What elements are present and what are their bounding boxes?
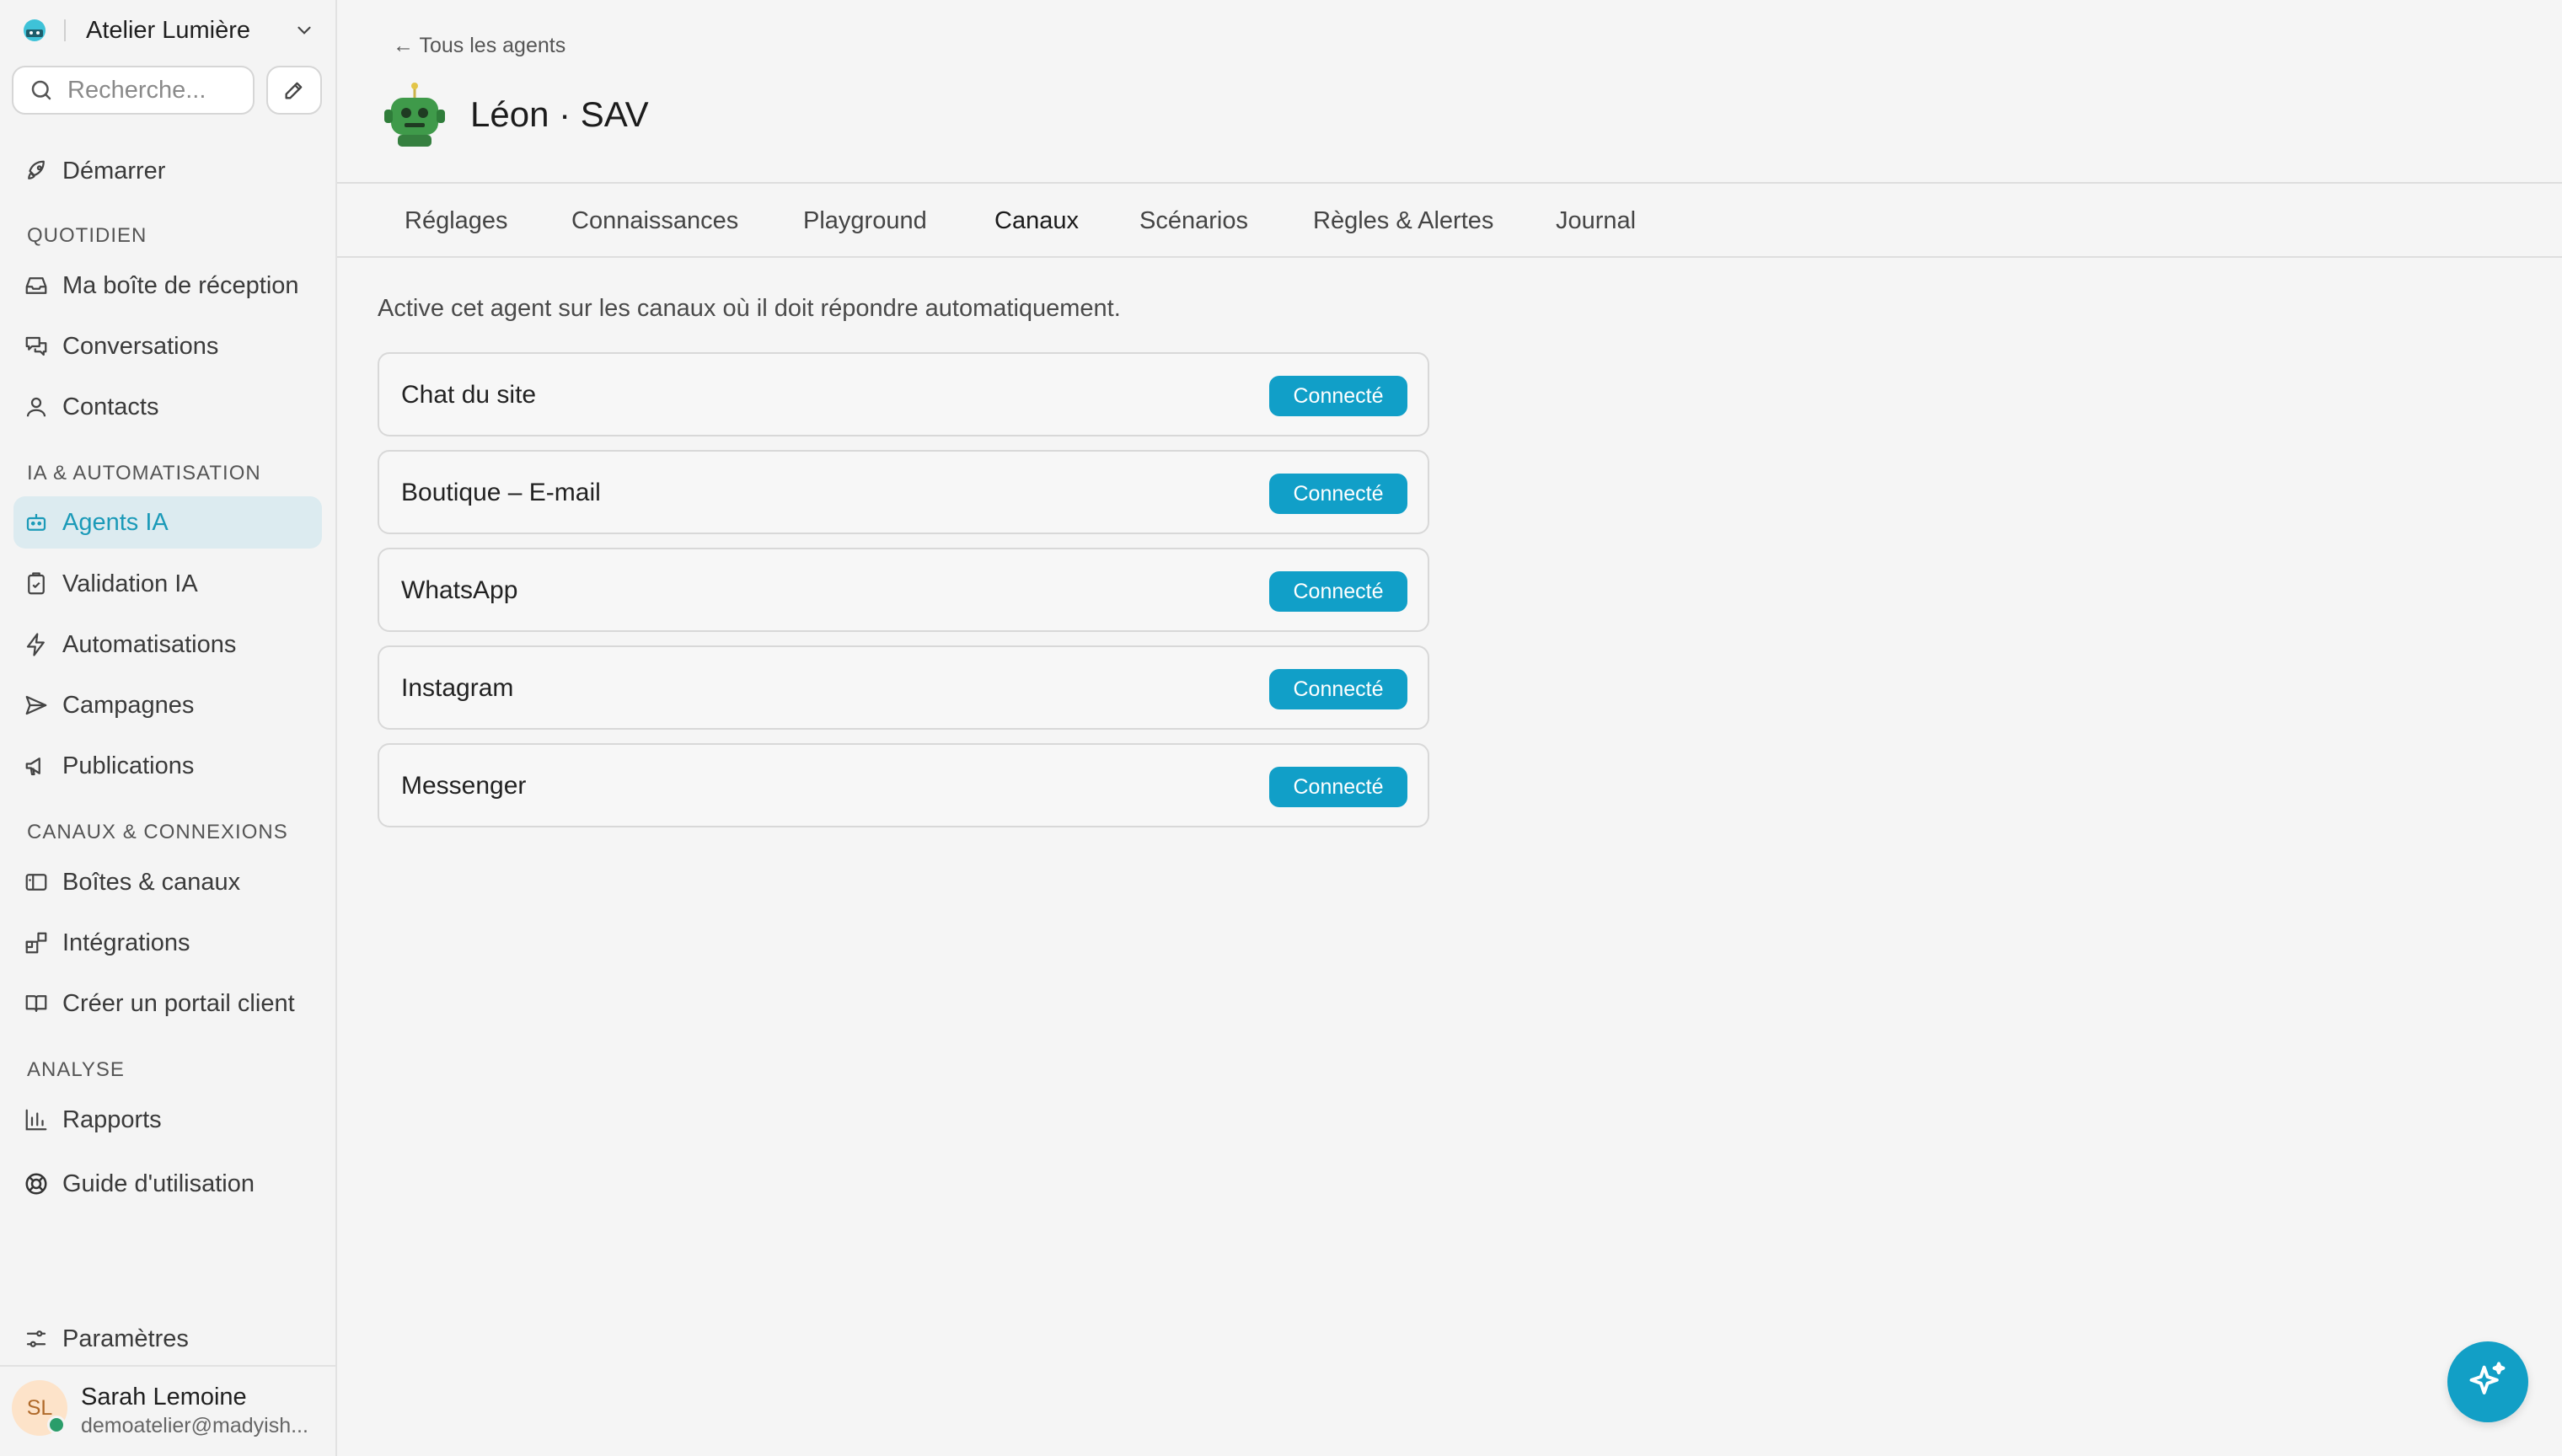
sidebar-item-label: Conversations [62, 332, 219, 360]
channel-row[interactable]: Chat du site Connecté [378, 352, 1429, 436]
bot-icon [26, 514, 46, 531]
channels-description: Active cet agent sur les canaux où il do… [378, 295, 1121, 322]
grid-plus-icon [25, 932, 47, 954]
chevron-down-icon [297, 26, 311, 35]
sidebar-item-integrations[interactable]: Intégrations [13, 917, 322, 969]
sidebar-item-automations[interactable]: Automatisations [13, 618, 322, 671]
divider [337, 256, 2562, 258]
sliders-icon [26, 1330, 46, 1347]
status-badge[interactable]: Connecté [1269, 669, 1407, 709]
clipboard-check-icon [28, 572, 45, 595]
sidebar-item-reports[interactable]: Rapports [13, 1094, 322, 1146]
sidebar-item-label: Contacts [62, 393, 159, 420]
workspace-logo [24, 19, 46, 41]
sidebar-item-guide[interactable]: Guide d'utilisation [13, 1158, 322, 1210]
sidebar-item-inbox[interactable]: Ma boîte de réception [13, 260, 322, 312]
sidebar-item-label: Paramètres [62, 1325, 189, 1352]
tab-rules-alerts[interactable]: Règles & Alertes [1313, 207, 1493, 235]
channel-row[interactable]: WhatsApp Connecté [378, 548, 1429, 632]
rocket-icon [28, 160, 45, 179]
channel-name: Messenger [401, 772, 527, 800]
page-title: Léon · SAV [470, 94, 649, 134]
compose-button[interactable] [266, 66, 322, 115]
tab-settings[interactable]: Réglages [405, 207, 508, 235]
sidebar-item-start[interactable]: Démarrer [13, 145, 322, 197]
sparkles-icon [2469, 1362, 2506, 1394]
sidebar-item-portal[interactable]: Créer un portail client [13, 977, 322, 1030]
tab-journal[interactable]: Journal [1556, 207, 1636, 235]
send-icon [25, 695, 47, 715]
divider [64, 19, 66, 41]
user-icon [26, 397, 46, 417]
sidebar-item-conversations[interactable]: Conversations [13, 320, 322, 372]
avatar: SL [12, 1380, 67, 1436]
section-label-analysis: ANALYSE [27, 1058, 125, 1081]
channel-row[interactable]: Instagram Connecté [378, 645, 1429, 730]
sidebar-item-agents[interactable]: Agents IA [13, 496, 322, 549]
book-icon [25, 995, 47, 1012]
tab-scenarios[interactable]: Scénarios [1139, 207, 1248, 235]
channel-name: Chat du site [401, 381, 537, 409]
section-label-channels: CANAUX & CONNEXIONS [27, 821, 288, 843]
section-label-daily: QUOTIDIEN [27, 224, 147, 247]
sidebar-item-label: Boîtes & canaux [62, 868, 241, 896]
tab-channels[interactable]: Canaux [994, 207, 1079, 235]
sidebar-item-label: Rapports [62, 1105, 162, 1133]
status-badge[interactable]: Connecté [1269, 376, 1407, 416]
sidebar-item-contacts[interactable]: Contacts [13, 381, 322, 433]
avatar-initials: SL [26, 1395, 53, 1420]
sidebar-item-label: Publications [62, 752, 195, 779]
search-icon [31, 80, 51, 100]
channel-row[interactable]: Boutique – E-mail Connecté [378, 450, 1429, 534]
back-link[interactable]: ← Tous les agents [393, 34, 565, 58]
channel-name: Instagram [401, 674, 514, 702]
tab-bar: Réglages Connaissances Playground Canaux… [337, 184, 2562, 258]
sidebar-item-settings[interactable]: Paramètres [13, 1313, 322, 1365]
lightning-icon [26, 633, 45, 656]
section-label-ai: IA & AUTOMATISATION [27, 462, 261, 484]
online-status-dot [47, 1416, 66, 1434]
sidebar-item-inboxes[interactable]: Boîtes & canaux [13, 856, 322, 908]
user-email: demoatelier@madyish... [81, 1414, 308, 1437]
ai-assistant-button[interactable] [2447, 1341, 2528, 1422]
search-field[interactable] [12, 66, 255, 115]
status-badge[interactable]: Connecté [1269, 767, 1407, 807]
sidebar-item-validation[interactable]: Validation IA [13, 558, 322, 610]
sidebar-item-label: Campagnes [62, 691, 195, 719]
tab-knowledge[interactable]: Connaissances [571, 207, 738, 235]
status-badge[interactable]: Connecté [1269, 571, 1407, 612]
sidebar-item-campaigns[interactable]: Campagnes [13, 679, 322, 731]
sidebar-item-label: Créer un portail client [62, 989, 295, 1017]
channel-row[interactable]: Messenger Connecté [378, 743, 1429, 827]
user-name: Sarah Lemoine [81, 1384, 247, 1410]
sidebar-item-label: Intégrations [62, 929, 190, 956]
bar-chart-icon [25, 1109, 47, 1131]
lifebuoy-icon [25, 1173, 47, 1195]
search-input[interactable] [66, 75, 238, 105]
inbox-card-icon [25, 874, 47, 891]
sidebar-item-label: Guide d'utilisation [62, 1170, 255, 1197]
channel-name: WhatsApp [401, 576, 518, 604]
sidebar-item-publications[interactable]: Publications [13, 740, 322, 792]
user-profile[interactable]: SL Sarah Lemoine demoatelier@madyish... [0, 1365, 335, 1456]
chat-bubbles-icon [25, 336, 47, 356]
sidebar-item-label: Agents IA [62, 508, 169, 536]
workspace-name: Atelier Lumière [86, 16, 251, 44]
status-badge[interactable]: Connecté [1269, 474, 1407, 514]
sidebar-item-label: Validation IA [62, 570, 198, 597]
sidebar-item-label: Automatisations [62, 630, 237, 658]
tab-playground[interactable]: Playground [803, 207, 927, 235]
channel-name: Boutique – E-mail [401, 479, 601, 506]
sidebar-item-label: Démarrer [62, 157, 166, 185]
inbox-icon [25, 277, 47, 294]
sidebar: Atelier Lumière Démarrer QUOTIDIEN Ma bo… [0, 0, 337, 1456]
megaphone-icon [25, 757, 40, 776]
workspace-switcher[interactable]: Atelier Lumière [22, 12, 315, 49]
edit-icon [285, 82, 303, 99]
sidebar-item-label: Ma boîte de réception [62, 271, 299, 299]
agent-avatar-icon [384, 83, 445, 147]
